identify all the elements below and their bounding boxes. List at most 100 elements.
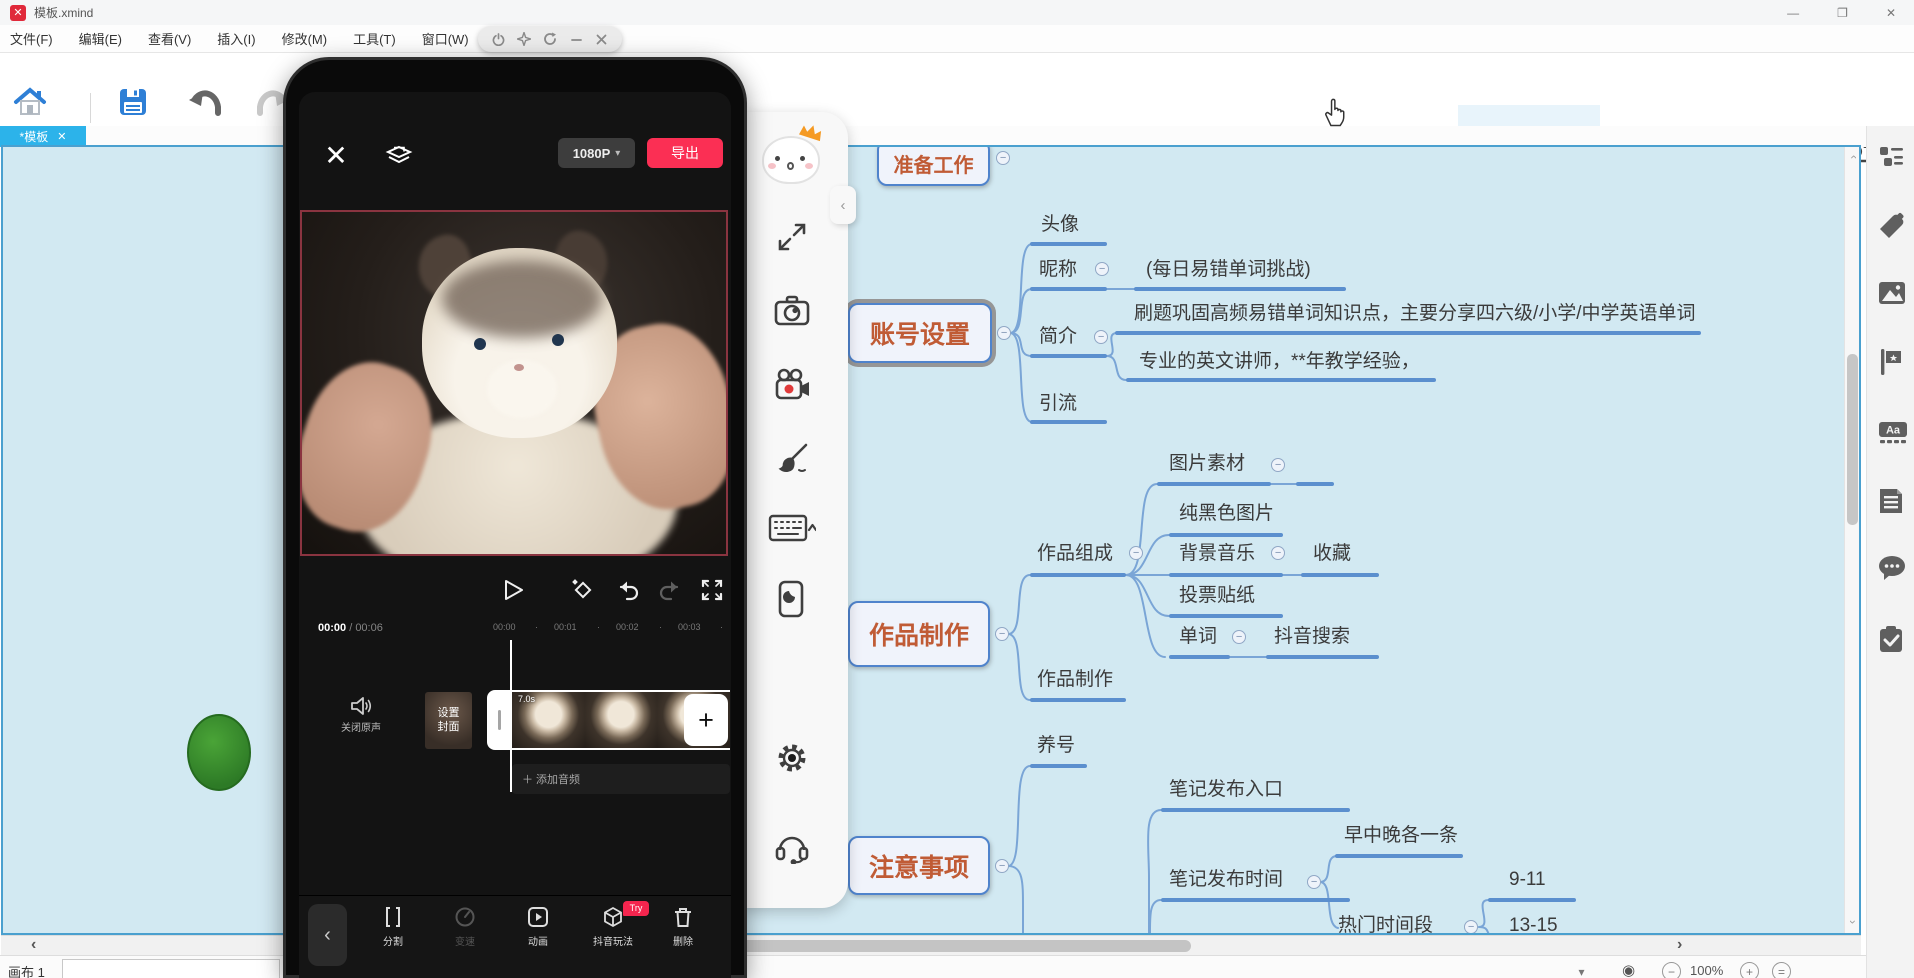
sheet-tab-label[interactable]: 画布 1: [8, 962, 45, 978]
topic-favorite[interactable]: 收藏: [1313, 542, 1351, 565]
undo-edit-icon[interactable]: [616, 578, 640, 602]
topic-note-entry[interactable]: 笔记发布入口: [1169, 778, 1283, 801]
collapse-image-material[interactable]: −: [1271, 458, 1285, 472]
sheet-tab-box[interactable]: [62, 959, 280, 978]
status-caret-icon[interactable]: ▾: [1572, 962, 1591, 978]
fullscreen-mirror-icon[interactable]: [774, 219, 810, 255]
save-button[interactable]: [118, 87, 148, 117]
topic-black-image[interactable]: 纯黑色图片: [1179, 502, 1274, 525]
pill-minimize-icon[interactable]: [570, 33, 583, 46]
cc-tool-douyin[interactable]: 抖音玩法 Try: [577, 906, 649, 948]
topic-slot-noon[interactable]: 13-15: [1509, 914, 1558, 935]
menu-view[interactable]: 查看(V): [148, 29, 191, 48]
topic-word[interactable]: 单词: [1179, 625, 1217, 648]
close-button[interactable]: ✕: [1886, 6, 1896, 20]
refresh-icon[interactable]: [543, 32, 557, 46]
power-icon[interactable]: [492, 33, 505, 46]
topic-nickname[interactable]: 昵称: [1039, 258, 1077, 281]
topic-three-daily[interactable]: 早中晚各一条: [1344, 824, 1458, 847]
topic-vote-sticker[interactable]: 投票贴纸: [1179, 584, 1255, 607]
vscroll-thumb[interactable]: [1847, 354, 1858, 525]
video-preview[interactable]: [300, 210, 728, 556]
zoom-out-button[interactable]: −: [1662, 962, 1681, 978]
format-brush-panel-icon[interactable]: [1878, 212, 1906, 240]
fullscreen-preview-icon[interactable]: [700, 578, 724, 602]
hscroll-track[interactable]: ‹ ›: [1, 935, 1861, 955]
collapse-intro[interactable]: −: [1094, 330, 1108, 344]
tab-close-icon[interactable]: ✕: [57, 130, 66, 143]
zoom-in-button[interactable]: +: [1740, 962, 1759, 978]
notes-panel-icon[interactable]: [1878, 487, 1904, 515]
pill-close-icon[interactable]: [595, 33, 608, 46]
vscroll-down-arrow[interactable]: ›: [1846, 915, 1860, 929]
green-blob-shape[interactable]: [187, 714, 251, 791]
cc-resolution-button[interactable]: 1080P ▾: [558, 138, 635, 168]
comments-panel-icon[interactable]: [1878, 555, 1906, 581]
status-target-icon[interactable]: ◉: [1622, 961, 1635, 978]
mindmap-canvas[interactable]: 准备工作 − 账号设置 − 作品制作 − 注意事项 − 头像 昵称 − (每日易…: [1, 145, 1861, 935]
topic-nurture[interactable]: 养号: [1037, 734, 1075, 757]
collapse-nickname[interactable]: −: [1095, 262, 1109, 276]
keyboard-icon[interactable]: [768, 510, 816, 544]
mute-original-button[interactable]: 关闭原声: [329, 696, 393, 734]
cc-tool-animation[interactable]: 动画: [506, 906, 570, 948]
marker-flag-panel-icon[interactable]: [1878, 348, 1904, 376]
node-prep[interactable]: 准备工作: [877, 145, 990, 186]
menu-modify[interactable]: 修改(M): [282, 29, 328, 48]
collapse-bgm[interactable]: −: [1271, 546, 1285, 560]
keyframe-icon[interactable]: [571, 578, 595, 602]
undo-button[interactable]: [188, 87, 224, 119]
collapse-notes[interactable]: −: [995, 859, 1009, 873]
cc-tool-split[interactable]: 分割: [361, 906, 425, 948]
node-production[interactable]: 作品制作: [848, 601, 990, 667]
home-button[interactable]: [13, 87, 47, 117]
topic-intro[interactable]: 简介: [1039, 325, 1077, 348]
clip-trim-handle[interactable]: [487, 690, 512, 750]
set-cover-thumb[interactable]: 设置封面: [425, 692, 472, 749]
topic-composition[interactable]: 作品组成: [1037, 542, 1113, 565]
cc-close-button[interactable]: ✕: [321, 142, 351, 172]
menu-edit[interactable]: 编辑(E): [79, 29, 122, 48]
hscroll-left-arrow[interactable]: ‹: [31, 936, 36, 954]
hscroll-right-arrow[interactable]: ›: [1677, 936, 1682, 954]
phone-sleep-icon[interactable]: [774, 580, 808, 618]
collapse-account[interactable]: −: [997, 326, 1011, 340]
topic-intro-line2[interactable]: 专业的英文讲师，**年教学经验，: [1139, 350, 1420, 373]
collapse-hot-period[interactable]: −: [1464, 920, 1478, 934]
label-panel-icon[interactable]: Aa: [1878, 420, 1908, 446]
menu-tools[interactable]: 工具(T): [353, 29, 396, 48]
cc-export-button[interactable]: 导出: [647, 138, 723, 168]
pin-star-icon[interactable]: [517, 32, 531, 46]
collapse-word[interactable]: −: [1232, 630, 1246, 644]
vscroll-track[interactable]: [1844, 147, 1861, 933]
redo-edit-icon[interactable]: [658, 578, 682, 602]
task-panel-icon[interactable]: [1878, 625, 1904, 653]
topic-hot-period[interactable]: 热门时间段: [1338, 914, 1433, 935]
outline-panel-icon[interactable]: [1878, 144, 1905, 171]
topic-nickname-value[interactable]: (每日易错单词挑战): [1146, 258, 1311, 281]
collapse-composition[interactable]: −: [1129, 546, 1143, 560]
node-notes[interactable]: 注意事项: [848, 836, 990, 895]
support-headset-icon[interactable]: [774, 830, 810, 864]
add-clip-button[interactable]: +: [684, 694, 728, 746]
settings-gear-icon[interactable]: [774, 740, 810, 776]
menu-file[interactable]: 文件(F): [10, 29, 53, 48]
collapse-prep[interactable]: −: [996, 151, 1010, 165]
topic-image-material[interactable]: 图片素材: [1169, 452, 1245, 475]
fit-view-button[interactable]: =: [1772, 962, 1791, 978]
play-button[interactable]: [501, 578, 525, 602]
playhead[interactable]: [510, 640, 512, 792]
node-account[interactable]: 账号设置: [848, 303, 992, 363]
topic-intro-line1[interactable]: 刷题巩固高频易错单词知识点，主要分享四六级/小学/中学英语单词: [1134, 302, 1696, 325]
cc-layers-icon[interactable]: [385, 144, 413, 172]
topic-production-child[interactable]: 作品制作: [1037, 668, 1113, 691]
topic-traffic[interactable]: 引流: [1039, 392, 1077, 415]
collapse-note-time[interactable]: −: [1307, 875, 1321, 889]
topic-slot-morning[interactable]: 9-11: [1509, 868, 1546, 891]
cc-back-button[interactable]: ‹: [308, 904, 347, 966]
vscroll-up-arrow[interactable]: ›: [1846, 150, 1860, 164]
screen-record-icon[interactable]: [774, 368, 812, 402]
maximize-button[interactable]: ❐: [1837, 6, 1848, 20]
menu-window[interactable]: 窗口(W): [422, 29, 469, 48]
topic-bgm[interactable]: 背景音乐: [1179, 542, 1255, 565]
